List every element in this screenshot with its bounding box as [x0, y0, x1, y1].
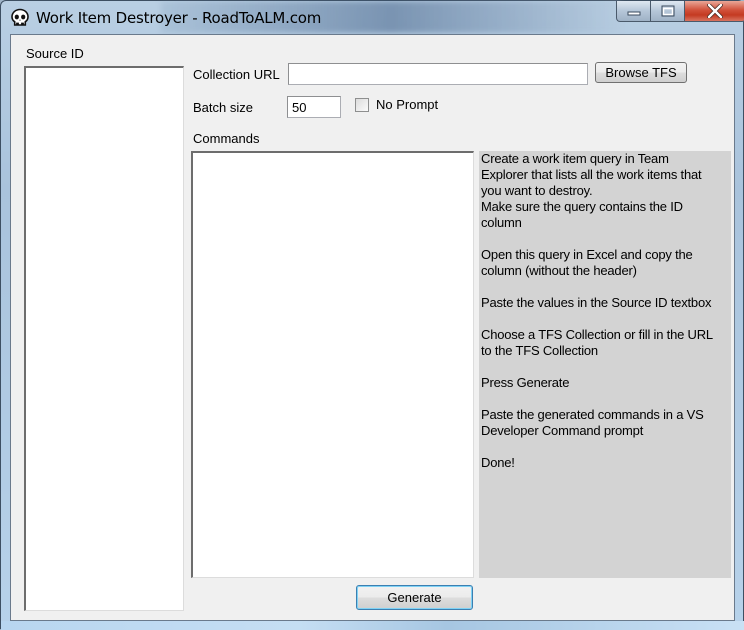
- generate-button[interactable]: Generate: [356, 585, 473, 610]
- batch-size-label: Batch size: [193, 100, 253, 115]
- source-id-textbox[interactable]: [24, 66, 184, 611]
- minimize-icon: [627, 11, 640, 16]
- caption-buttons: [616, 1, 744, 23]
- close-icon: [707, 4, 723, 18]
- source-id-label: Source ID: [26, 46, 84, 61]
- no-prompt-checkbox[interactable]: [355, 98, 369, 112]
- batch-size-input[interactable]: [287, 96, 341, 118]
- browse-tfs-button[interactable]: Browse TFS: [595, 62, 687, 83]
- app-window: Work Item Destroyer - RoadToALM.com Sour…: [0, 0, 744, 630]
- window-title: Work Item Destroyer - RoadToALM.com: [36, 9, 322, 27]
- maximize-icon: [661, 5, 674, 17]
- collection-url-label: Collection URL: [193, 67, 280, 82]
- instructions-panel: Create a work item query in Team Explore…: [479, 151, 731, 578]
- no-prompt-label[interactable]: No Prompt: [376, 97, 438, 112]
- maximize-button[interactable]: [651, 1, 685, 22]
- commands-label: Commands: [193, 131, 260, 146]
- commands-textbox[interactable]: [191, 151, 474, 578]
- skull-icon: [11, 8, 29, 26]
- close-button[interactable]: [685, 1, 744, 22]
- minimize-button[interactable]: [616, 1, 651, 22]
- collection-url-input[interactable]: [288, 63, 588, 85]
